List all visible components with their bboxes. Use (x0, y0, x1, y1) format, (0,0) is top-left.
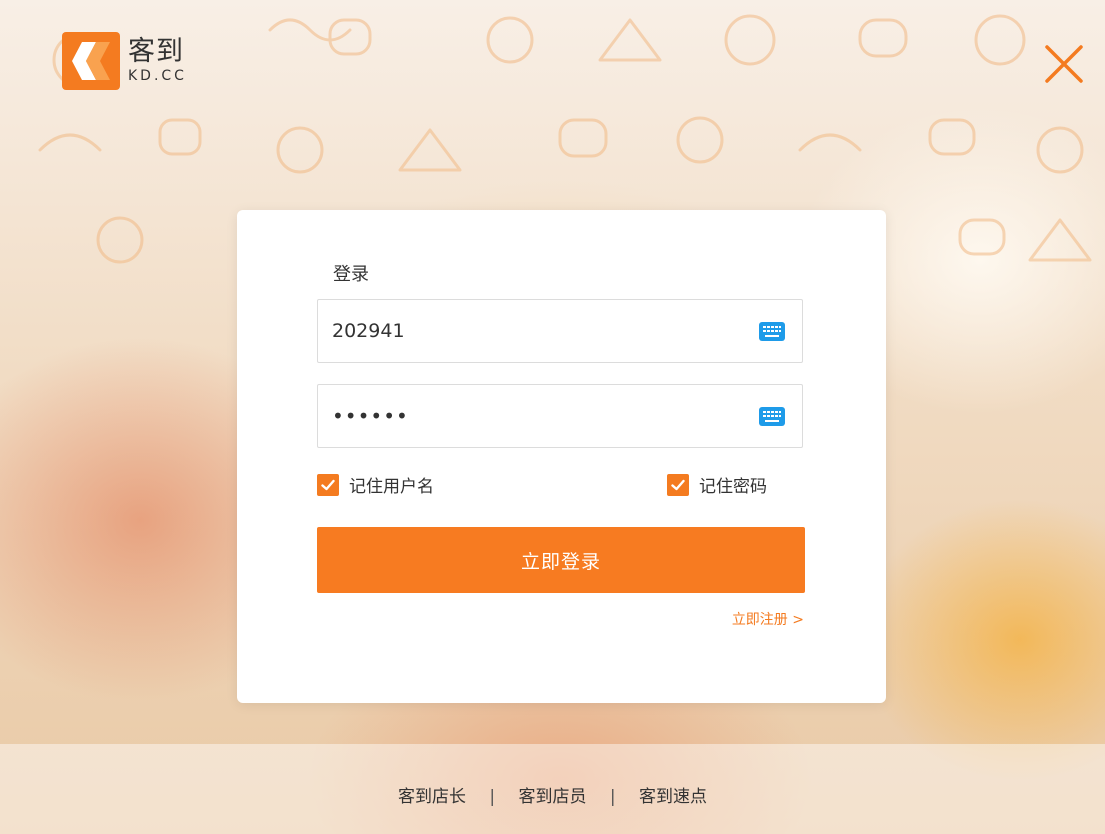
remember-username-label: 记住用户名 (349, 477, 434, 497)
keyboard-icon[interactable] (759, 322, 785, 341)
password-field[interactable] (317, 384, 803, 448)
checkbox-box[interactable] (667, 473, 689, 496)
remember-password-checkbox[interactable]: 记住密码 (667, 472, 767, 497)
password-input[interactable] (332, 385, 742, 447)
username-input[interactable] (332, 300, 742, 362)
keyboard-icon[interactable] (759, 407, 785, 426)
login-card: 登录 记住用户名 (237, 210, 886, 703)
username-field[interactable] (317, 299, 803, 363)
close-icon[interactable] (1044, 44, 1084, 84)
footer-separator: | (489, 787, 496, 807)
checkmark-icon (671, 479, 685, 490)
footer-link-staff[interactable]: 客到店员 (519, 787, 587, 807)
register-link[interactable]: 立即注册 > (732, 609, 804, 629)
brand-name: 客到 (128, 36, 184, 67)
footer-separator: | (609, 787, 616, 807)
brand-logo: 客到 KD.CC (62, 32, 187, 90)
brand-domain: KD.CC (128, 68, 187, 84)
logo-mark-icon (62, 32, 120, 90)
footer-link-manager[interactable]: 客到店长 (398, 787, 466, 807)
login-button[interactable]: 立即登录 (317, 527, 805, 593)
footer-links: 客到店长 | 客到店员 | 客到速点 (0, 782, 1105, 807)
checkbox-box[interactable] (317, 473, 339, 496)
footer-link-quick-order[interactable]: 客到速点 (639, 787, 707, 807)
checkmark-icon (321, 479, 335, 490)
remember-username-checkbox[interactable]: 记住用户名 (317, 472, 434, 497)
login-title: 登录 (333, 264, 369, 285)
remember-password-label: 记住密码 (699, 477, 767, 497)
